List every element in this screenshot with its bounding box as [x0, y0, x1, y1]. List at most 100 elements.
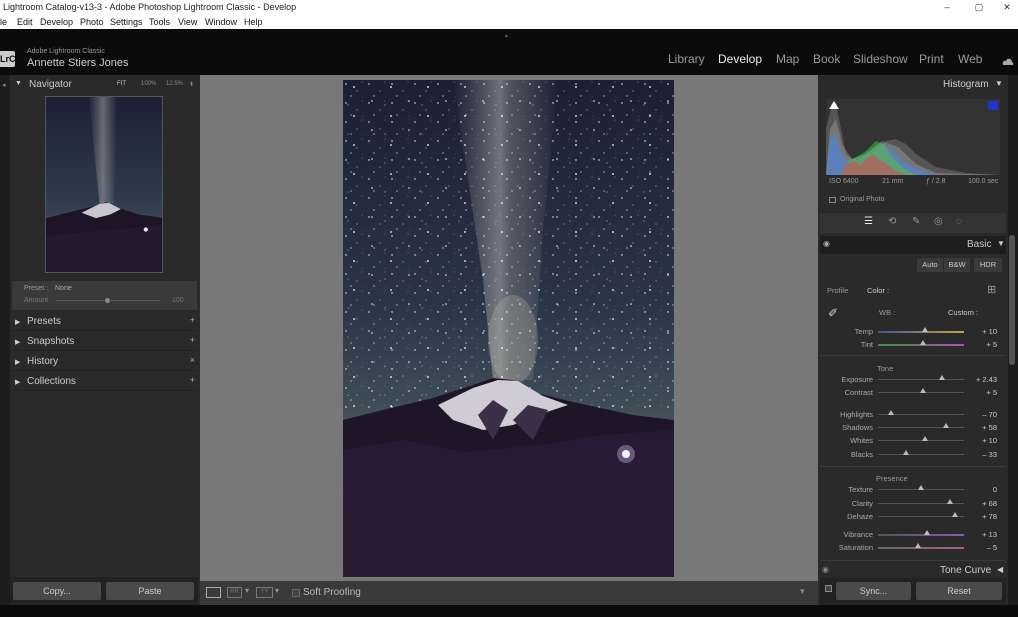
wb-dropdown[interactable]: Custom : [948, 308, 978, 317]
histogram-graph[interactable] [826, 99, 1000, 175]
basic-collapse-icon[interactable]: ▼ [997, 239, 1005, 248]
swap-settings-icon[interactable]: YY [256, 587, 273, 598]
slider-thumb-temp[interactable] [922, 327, 929, 332]
auto-sync-toggle[interactable] [825, 585, 832, 592]
add-preset-icon[interactable]: + [190, 315, 195, 325]
profile-dropdown[interactable]: Color : [867, 286, 889, 295]
clear-history-icon[interactable]: × [190, 355, 195, 365]
zoom-100[interactable]: 100% [141, 81, 156, 87]
soft-proofing-checkbox[interactable] [292, 589, 300, 597]
slider-value-tint[interactable]: + 5 [967, 340, 997, 349]
menu-develop[interactable]: Develop [40, 15, 73, 29]
right-scrollbar[interactable] [1009, 235, 1015, 365]
main-photo[interactable] [343, 80, 674, 577]
auto-button[interactable]: Auto [917, 258, 943, 272]
collapse-left-icon[interactable]: ◂ [2, 81, 6, 89]
close-button[interactable]: ✕ [998, 0, 1016, 15]
module-library[interactable]: Library [668, 52, 705, 66]
collapse-top-icon[interactable]: ▴ [505, 32, 513, 39]
highlight-clipping-icon[interactable] [988, 101, 998, 110]
cloud-icon[interactable] [1002, 53, 1014, 65]
before-after-icon[interactable]: RR [227, 587, 242, 598]
menu-window[interactable]: Window [205, 15, 237, 29]
slider-value-exposure[interactable]: + 2.43 [967, 375, 997, 384]
slider-track-shadows[interactable] [878, 427, 964, 428]
tone-curve-expand-icon[interactable]: ◀ [997, 565, 1003, 574]
slider-track-exposure[interactable] [878, 379, 964, 380]
paste-button[interactable]: Paste [106, 582, 194, 600]
menu-settings[interactable]: Settings [110, 15, 143, 29]
slider-thumb-saturation[interactable] [915, 543, 922, 548]
slider-thumb-whites[interactable] [922, 436, 929, 441]
basic-header[interactable]: ◉ Basic ▼ [820, 236, 1006, 254]
slider-thumb-texture[interactable] [918, 485, 924, 490]
slider-value-blacks[interactable]: – 33 [967, 450, 997, 459]
module-slideshow[interactable]: Slideshow [853, 52, 908, 66]
slider-thumb-tint[interactable] [919, 340, 926, 345]
slider-value-texture[interactable]: 0 [967, 485, 997, 494]
reset-button[interactable]: Reset [916, 582, 1002, 600]
preset-value[interactable]: None [55, 285, 72, 292]
module-web[interactable]: Web [958, 52, 982, 66]
histogram-title[interactable]: Histogram [943, 79, 989, 90]
loupe-view-icon[interactable] [206, 587, 221, 598]
slider-thumb-shadows[interactable] [942, 423, 949, 428]
slider-value-vibrance[interactable]: + 13 [967, 530, 997, 539]
snapshots-header[interactable]: ▶ Snapshots + [10, 332, 198, 351]
slider-thumb-highlights[interactable] [887, 410, 894, 415]
slider-thumb-contrast[interactable] [919, 388, 926, 393]
slider-thumb-clarity[interactable] [947, 499, 954, 504]
slider-track-whites[interactable] [878, 440, 964, 441]
bw-button[interactable]: B&W [944, 258, 970, 272]
histogram-collapse-icon[interactable]: ▼ [995, 79, 1003, 88]
slider-value-whites[interactable]: + 10 [967, 436, 997, 445]
profile-browser-icon[interactable]: ⊞ [987, 283, 996, 296]
edit-sliders-icon[interactable]: ☰ [864, 216, 873, 227]
module-book[interactable]: Book [813, 52, 840, 66]
original-photo-checkbox[interactable] [829, 197, 836, 203]
menu-help[interactable]: Help [244, 15, 263, 29]
amount-thumb[interactable] [105, 298, 110, 303]
menu-view[interactable]: View [178, 15, 197, 29]
menu-photo[interactable]: Photo [80, 15, 104, 29]
collections-header[interactable]: ▶ Collections + [10, 372, 198, 391]
shadow-clipping-icon[interactable] [829, 101, 839, 109]
slider-value-saturation[interactable]: – 5 [967, 543, 997, 552]
masking-icon[interactable]: ◌ [956, 216, 962, 227]
zoom-12-5[interactable]: 12.5% [166, 81, 183, 87]
slider-track-vibrance[interactable] [878, 534, 964, 536]
slider-value-clarity[interactable]: + 68 [967, 499, 997, 508]
maximize-button[interactable]: ▢ [970, 0, 988, 15]
slider-value-highlights[interactable]: – 70 [967, 410, 997, 419]
add-snapshot-icon[interactable]: + [190, 335, 195, 345]
healing-icon[interactable]: ✎ [912, 216, 920, 227]
before-after-menu-icon[interactable]: ▾ [245, 586, 249, 595]
tone-curve-header[interactable]: ◉ Tone Curve ◀ [820, 563, 1006, 579]
toolbar-menu-icon[interactable]: ▾ [800, 586, 805, 597]
add-collection-icon[interactable]: + [190, 375, 195, 385]
module-print[interactable]: Print [919, 52, 944, 66]
navigator-preview[interactable] [45, 96, 163, 273]
slider-thumb-exposure[interactable] [938, 375, 945, 380]
copy-button[interactable]: Copy... [13, 582, 101, 600]
navigator-header[interactable]: ▼ Navigator FIT 100% 12.5% ⬍ [10, 75, 198, 94]
crop-icon[interactable]: ⟲ [888, 216, 896, 227]
menu-file[interactable]: le [0, 15, 7, 29]
module-map[interactable]: Map [776, 52, 799, 66]
slider-track-temp[interactable] [878, 331, 964, 333]
module-develop[interactable]: Develop [718, 52, 762, 66]
history-header[interactable]: ▶ History × [10, 352, 198, 371]
zoom-menu-icon[interactable]: ⬍ [189, 81, 194, 88]
wb-eyedropper-icon[interactable]: ✐ [828, 306, 838, 320]
zoom-fit[interactable]: FIT [117, 81, 126, 87]
hdr-button[interactable]: HDR [974, 258, 1002, 272]
slider-value-dehaze[interactable]: + 78 [967, 512, 997, 521]
swap-menu-icon[interactable]: ▾ [275, 586, 279, 595]
slider-thumb-blacks[interactable] [903, 450, 910, 455]
slider-value-shadows[interactable]: + 58 [967, 423, 997, 432]
slider-thumb-vibrance[interactable] [924, 530, 931, 535]
red-eye-icon[interactable]: ◎ [934, 216, 943, 227]
menu-tools[interactable]: Tools [149, 15, 170, 29]
panel-visibility-icon[interactable]: ◉ [823, 239, 830, 248]
menu-edit[interactable]: Edit [17, 15, 33, 29]
